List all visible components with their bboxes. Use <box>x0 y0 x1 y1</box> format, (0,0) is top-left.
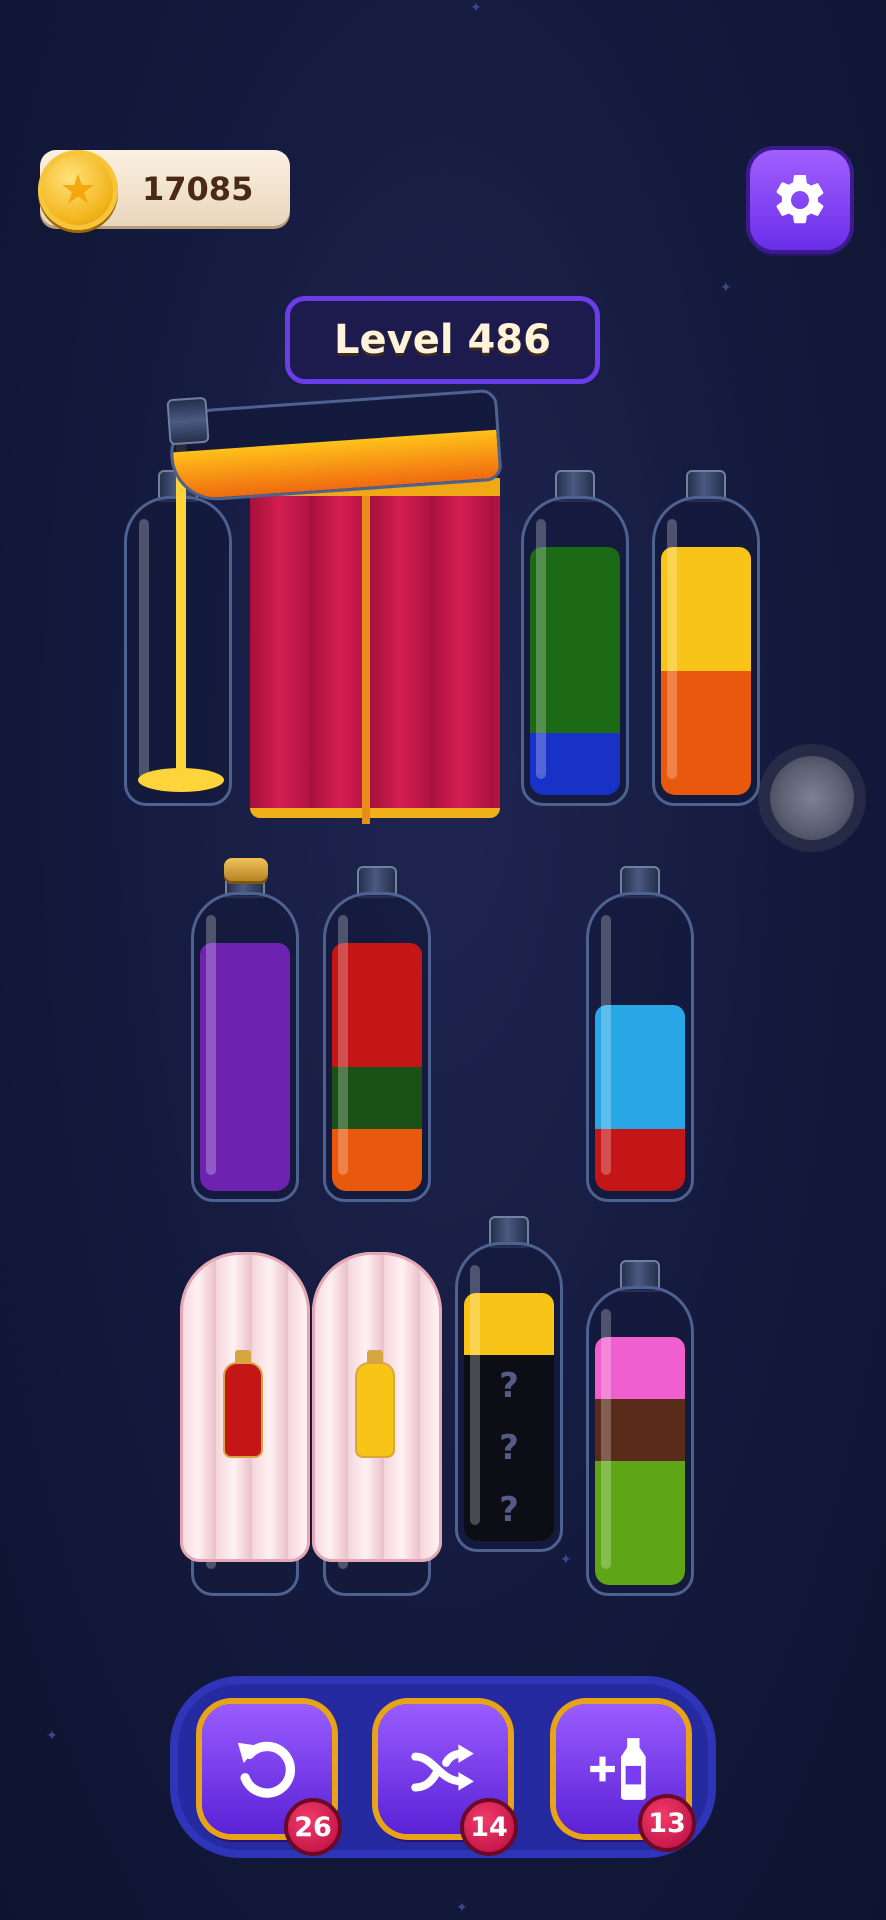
liquid-layer-green <box>530 547 620 609</box>
undo-icon <box>237 1741 296 1798</box>
liquid-layer-red <box>332 1005 422 1067</box>
bottle-7[interactable] <box>586 866 694 1202</box>
bottle-10[interactable]: ? ? ? <box>455 1216 563 1552</box>
shuffle-icon <box>411 1744 474 1792</box>
liquid-layer-purple <box>200 943 290 1005</box>
undo-count-badge: 26 <box>284 1798 342 1856</box>
cork-icon <box>224 858 268 884</box>
shuffle-count-badge: 14 <box>460 1798 518 1856</box>
hidden-layer: ? <box>464 1479 554 1541</box>
cloth-cover-1[interactable] <box>180 1252 310 1562</box>
curtain-tie <box>362 494 370 824</box>
bottle-3[interactable] <box>521 470 629 806</box>
liquid-layer-yellow <box>464 1293 554 1355</box>
liquid-layer-dark-green <box>332 1067 422 1129</box>
add-bottle-icon <box>590 1738 646 1800</box>
coin-count: 17085 <box>142 170 254 208</box>
liquid-layer-purple <box>200 1005 290 1067</box>
settings-button[interactable] <box>750 150 850 250</box>
pour-puddle <box>138 768 224 792</box>
liquid-layer-orange <box>661 671 751 733</box>
liquid-layer-orange <box>661 733 751 795</box>
coin-icon: ★ <box>38 150 118 230</box>
gear-icon <box>776 174 824 224</box>
liquid-layer-lime <box>595 1461 685 1523</box>
liquid-layer-yellow <box>661 609 751 671</box>
liquid-layer-green <box>530 671 620 733</box>
hint-bottle-red-icon <box>223 1350 263 1458</box>
liquid-layer-light-blue <box>595 1067 685 1129</box>
hint-bottle-yellow-icon <box>355 1350 395 1458</box>
bottle-6[interactable] <box>323 866 431 1202</box>
touch-joystick[interactable] <box>770 756 854 840</box>
star-decoration: ✦ <box>46 1728 58 1744</box>
liquid-layer-red <box>595 1129 685 1191</box>
level-indicator: Level 486 <box>285 296 600 384</box>
liquid-layer-yellow <box>661 547 751 609</box>
bottle-5[interactable] <box>191 858 299 1202</box>
liquid-layer-brown <box>595 1399 685 1461</box>
add-bottle-count-badge: 13 <box>638 1794 696 1852</box>
liquid-layer-blue <box>530 733 620 795</box>
bottle-4[interactable] <box>652 470 760 806</box>
liquid-layer-green <box>530 609 620 671</box>
liquid-layer-red <box>332 943 422 1005</box>
liquid-layer-orange <box>332 1129 422 1191</box>
hidden-layer: ? <box>464 1417 554 1479</box>
star-decoration: ✦ <box>470 0 482 16</box>
curtain-cover[interactable] <box>250 488 500 818</box>
cloth-cover-2[interactable] <box>312 1252 442 1562</box>
liquid-layer-pink <box>595 1337 685 1399</box>
liquid-layer-purple <box>200 1067 290 1129</box>
liquid-layer-purple <box>200 1129 290 1191</box>
star-decoration: ✦ <box>560 1552 572 1568</box>
star-decoration: ✦ <box>456 1900 468 1916</box>
hidden-layer: ? <box>464 1355 554 1417</box>
liquid-layer-light-blue <box>595 1005 685 1067</box>
star-decoration: ✦ <box>720 280 732 296</box>
bottle-11[interactable] <box>586 1260 694 1596</box>
pouring-bottle-neck <box>166 396 210 446</box>
liquid-layer-lime <box>595 1523 685 1585</box>
